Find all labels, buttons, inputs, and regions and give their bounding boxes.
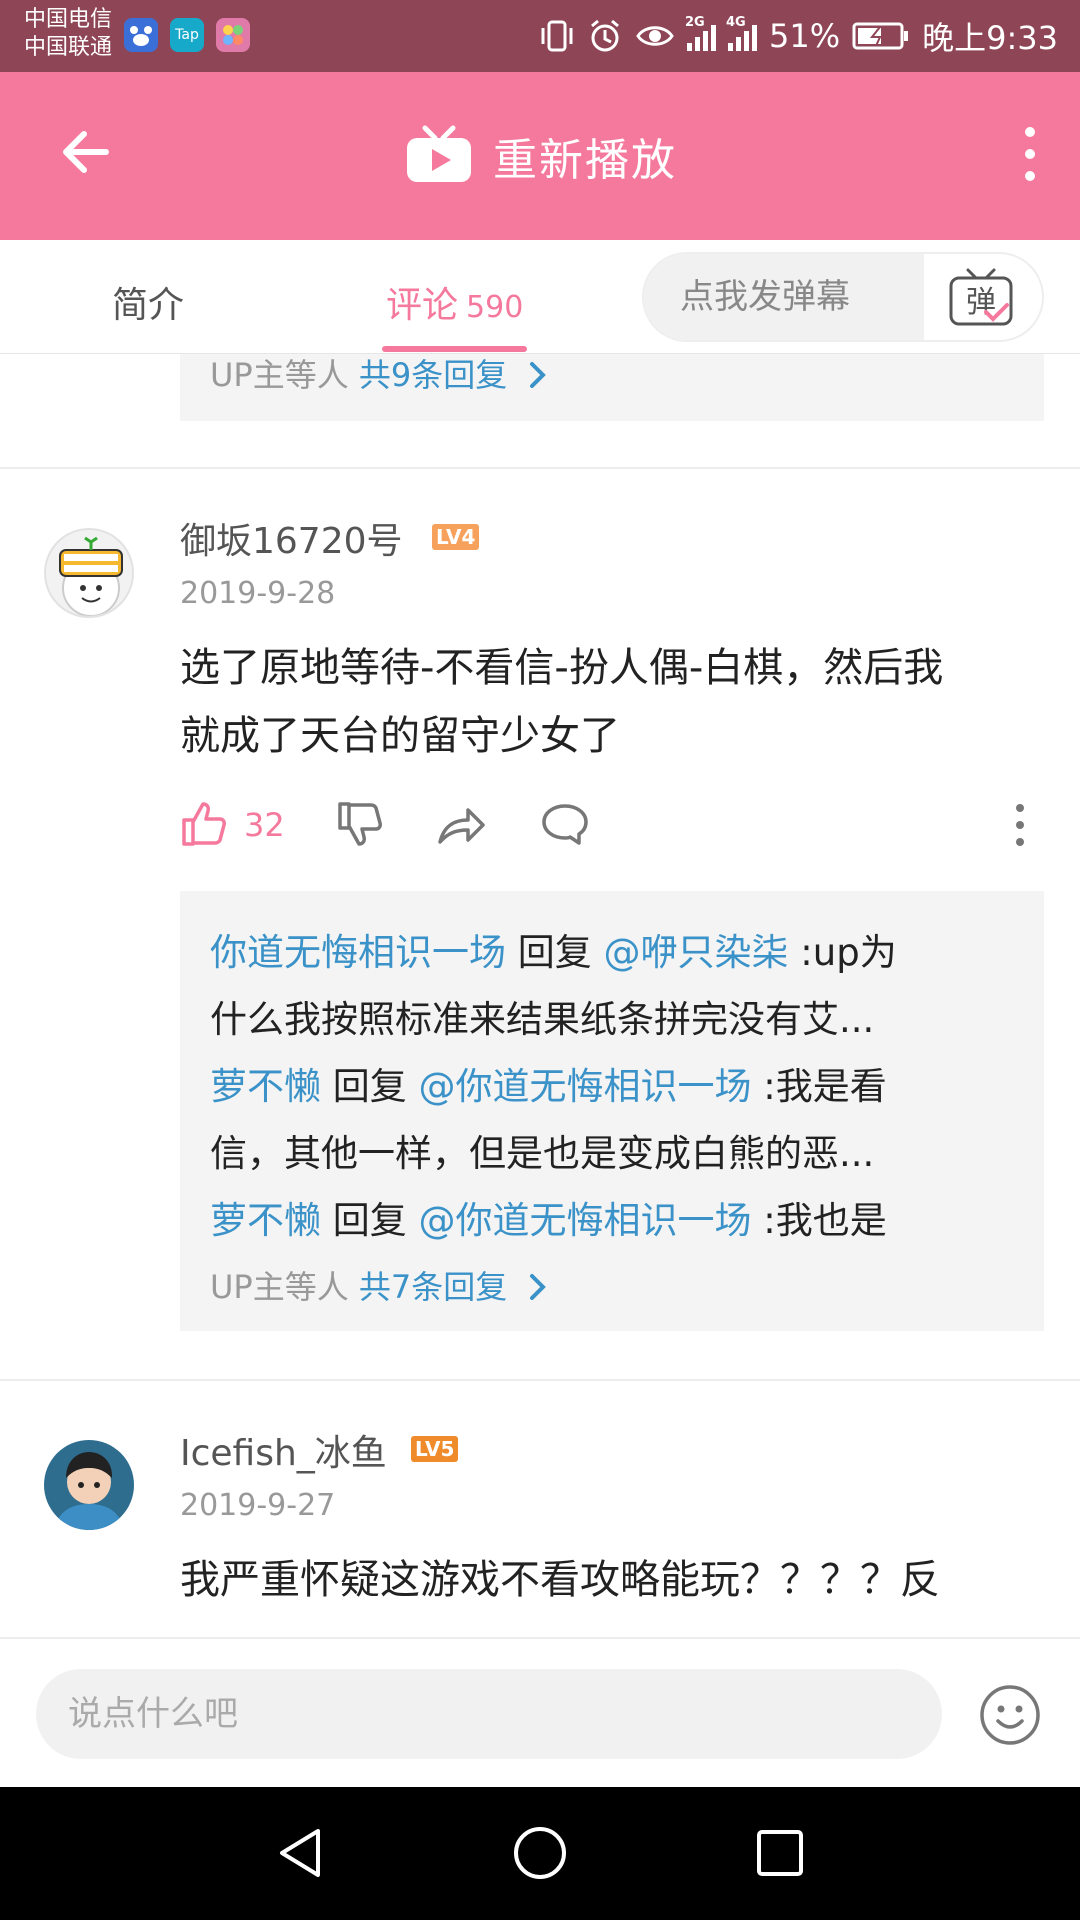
prev-replies-count: 共9条回复 — [358, 356, 508, 394]
reply-content: :我是看 — [763, 1065, 887, 1108]
comment-username[interactable]: Icefish_冰鱼 — [180, 1424, 387, 1476]
share-icon[interactable] — [436, 798, 486, 852]
avatar[interactable] — [44, 1440, 134, 1530]
comment-more-icon[interactable] — [1010, 798, 1030, 852]
danmaku-box[interactable]: 点我发弹幕 弹 — [642, 252, 1044, 342]
comment-date: 2019-9-27 — [180, 1488, 336, 1523]
reply-user[interactable]: 你道无悔相识一场 — [210, 931, 506, 974]
reply-content: :up为 — [800, 931, 897, 974]
system-nav-bar — [0, 1787, 1080, 1920]
comment-text: 选了原地等待-不看信-扮人偶-白棋，然后我 就成了天台的留守少女了 — [180, 634, 943, 770]
tap-icon: Tap — [170, 18, 204, 52]
like-count: 32 — [244, 806, 285, 844]
comment-input-bar: 说点什么吧 — [0, 1637, 1080, 1787]
alarm-icon — [591, 19, 619, 52]
replies-count: 共7条回复 — [358, 1268, 508, 1306]
chevron-right-icon — [530, 362, 547, 388]
reply-line-cont[interactable]: 什么我按照标准来结果纸条拼完没有艾... — [210, 989, 874, 1043]
signal-2g-icon: 2G — [685, 15, 716, 51]
reply-target[interactable]: @你道无悔相识一场 — [419, 1199, 752, 1242]
prev-view-replies[interactable]: UP主等人 共9条回复 — [210, 350, 549, 396]
divider — [0, 1379, 1080, 1381]
comment-input[interactable]: 说点什么吧 — [36, 1669, 942, 1759]
carrier-1: 中国电信 — [24, 7, 113, 32]
nav-recents-icon[interactable] — [750, 1823, 810, 1883]
network-1-label: 2G — [685, 15, 705, 30]
divider — [0, 467, 1080, 469]
tab-comments-label: 评论 — [386, 285, 459, 326]
tap-icon-label: Tap — [175, 27, 199, 43]
comments-count: 590 — [466, 290, 524, 325]
comment-bubble-icon[interactable] — [540, 798, 590, 852]
like-button[interactable]: 32 — [180, 798, 300, 852]
reply-line[interactable]: 你道无悔相识一场 回复 @咿只染柒 :up为 — [210, 922, 897, 976]
reply-verb: 回复 — [332, 1199, 407, 1242]
status-bar: 中国电信 中国联通 Tap 2G 4G 51% 晚上9:33 — [0, 0, 1080, 72]
replies-from: UP主等人 — [210, 1268, 349, 1306]
comment-text-line: 就成了天台的留守少女了 — [180, 713, 620, 759]
battery-percent: 51% — [769, 17, 841, 55]
reply-verb: 回复 — [517, 931, 592, 974]
tab-bar: 简介 评论 590 点我发弹幕 弹 — [0, 240, 1080, 354]
baidu-icon — [124, 18, 158, 52]
thumbs-up-icon — [182, 802, 226, 846]
reply-line-cont[interactable]: 信，其他一样，但是也是变成白熊的恶... — [210, 1123, 874, 1177]
reply-verb: 回复 — [332, 1065, 407, 1108]
carrier-2: 中国联通 — [24, 35, 113, 60]
comment-text-line: 选了原地等待-不看信-扮人偶-白棋，然后我 — [180, 645, 944, 691]
comment-text: 我严重怀疑这游戏不看攻略能玩？？？？反 — [180, 1557, 940, 1603]
vibrate-icon — [541, 20, 573, 52]
view-replies-link[interactable]: UP主等人 共7条回复 — [210, 1262, 549, 1308]
reply-target[interactable]: @咿只染柒 — [604, 931, 789, 974]
gallery-icon — [216, 18, 250, 52]
app-header: 重新播放 — [0, 72, 1080, 240]
battery-icon — [852, 22, 909, 50]
reply-user[interactable]: 萝不懒 — [210, 1199, 321, 1242]
network-2-label: 4G — [726, 15, 746, 30]
prev-replies-from: UP主等人 — [210, 356, 349, 394]
comment-date: 2019-9-28 — [180, 576, 336, 611]
send-danmaku-icon[interactable]: 弹 — [948, 266, 1014, 328]
tab-intro[interactable]: 简介 — [112, 276, 184, 328]
nav-home-icon[interactable] — [510, 1823, 570, 1883]
reply-content: :我也是 — [763, 1199, 887, 1242]
level-badge: LV5 — [411, 1436, 459, 1462]
reply-user[interactable]: 萝不懒 — [210, 1065, 321, 1108]
page-title: 重新播放 — [493, 135, 677, 186]
reply-line[interactable]: 萝不懒 回复 @你道无悔相识一场 :我是看 — [210, 1056, 887, 1110]
emoji-icon[interactable] — [978, 1683, 1042, 1747]
reply-target[interactable]: @你道无悔相识一场 — [419, 1065, 752, 1108]
reply-line[interactable]: 萝不懒 回复 @你道无悔相识一场 :我也是 — [210, 1190, 887, 1244]
eye-icon — [636, 26, 674, 46]
chevron-right-icon — [530, 1274, 547, 1300]
clock: 晚上9:33 — [922, 19, 1058, 57]
thumbs-down-icon[interactable] — [336, 798, 384, 852]
carrier-info: 中国电信 中国联通 — [24, 6, 112, 62]
replay-button[interactable]: 重新播放 — [0, 124, 1080, 188]
nav-back-icon[interactable] — [270, 1823, 330, 1883]
comment-username[interactable]: 御坂16720号 — [180, 512, 403, 564]
comment-actions: 32 — [180, 798, 1050, 852]
more-options-icon[interactable] — [1010, 122, 1050, 186]
avatar[interactable] — [44, 528, 134, 618]
level-badge: LV4 — [432, 524, 480, 550]
tv-play-icon — [407, 125, 471, 182]
signal-4g-icon: 4G — [726, 15, 757, 51]
danmaku-input[interactable]: 点我发弹幕 — [644, 254, 924, 340]
tab-comments[interactable]: 评论 590 — [386, 276, 523, 328]
